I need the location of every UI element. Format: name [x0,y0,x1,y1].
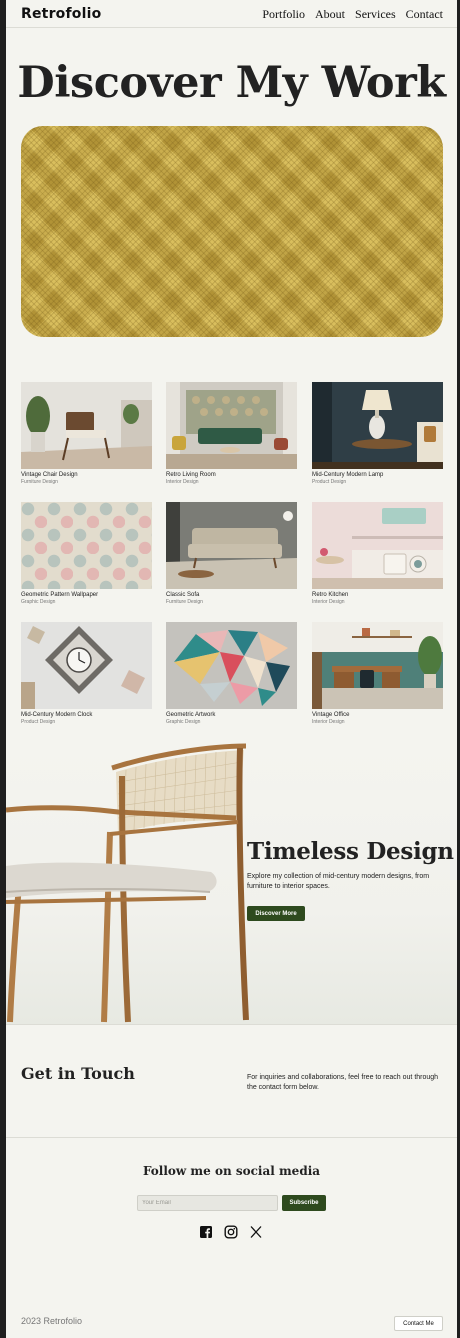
divider [6,1137,457,1138]
feature-title: Timeless Design [247,838,454,865]
email-input[interactable] [137,1195,278,1211]
contact-me-button[interactable]: Contact Me [394,1316,443,1331]
nav-link-about[interactable]: About [315,7,345,22]
footer-copyright: 2023 Retrofolio [21,1316,83,1326]
project-category: Furniture Design [21,479,58,485]
chair-photo [21,382,152,469]
sofa-photo [166,502,297,589]
living-room-photo [166,382,297,469]
project-card[interactable]: Retro Kitchen Interior Design [312,502,443,605]
project-category: Product Design [312,479,347,485]
discover-more-button[interactable]: Discover More [247,906,305,921]
nav-link-contact[interactable]: Contact [406,7,443,22]
office-photo [312,622,443,709]
project-title: Mid-Century Modern Lamp [312,472,384,478]
project-card[interactable]: Mid-Century Modern Lamp Product Design [312,382,443,485]
social-title: Follow me on social media [142,1164,321,1178]
clock-photo [21,622,152,709]
facebook-icon[interactable] [199,1225,213,1239]
project-card[interactable]: Classic Sofa Furniture Design [166,502,297,605]
project-card[interactable]: Geometric Artwork Graphic Design [166,622,297,725]
artwork-photo [166,622,297,709]
hero-title: Discover My Work [17,58,446,108]
kitchen-photo [312,502,443,589]
project-category: Graphic Design [21,599,56,605]
divider [6,1024,457,1025]
project-category: Furniture Design [166,599,203,605]
project-category: Interior Design [312,719,345,725]
project-title: Retro Living Room [166,472,216,478]
project-card[interactable]: Vintage Chair Design Furniture Design [21,382,152,485]
hero-pattern-image [21,126,443,337]
x-icon[interactable] [249,1225,263,1239]
project-title: Mid-Century Modern Clock [21,712,93,718]
project-category: Interior Design [312,599,345,605]
project-card[interactable]: Geometric Pattern Wallpaper Graphic Desi… [21,502,152,605]
feature-description: Explore my collection of mid-century mod… [247,873,430,890]
project-title: Vintage Office [312,712,350,718]
site-header: Retrofolio Portfolio About Services Cont… [6,0,457,28]
instagram-icon[interactable] [224,1225,238,1239]
page: Retrofolio Portfolio About Services Cont… [6,0,457,1338]
project-card[interactable]: Mid-Century Modern Clock Product Design [21,622,152,725]
contact-description: For inquiries and collaborations, feel f… [247,1074,439,1091]
nav-link-services[interactable]: Services [355,7,396,22]
project-card[interactable]: Retro Living Room Interior Design [166,382,297,485]
project-category: Graphic Design [166,719,201,725]
social-icons [199,1225,263,1239]
project-title: Geometric Pattern Wallpaper [21,592,99,598]
project-title: Geometric Artwork [166,712,216,718]
site-logo[interactable]: Retrofolio [21,6,101,22]
project-category: Product Design [21,719,56,725]
nav-link-portfolio[interactable]: Portfolio [262,7,305,22]
project-category: Interior Design [166,479,199,485]
project-card[interactable]: Vintage Office Interior Design [312,622,443,725]
lamp-photo [312,382,443,469]
project-title: Retro Kitchen [312,592,349,598]
contact-title: Get in Touch [21,1064,135,1083]
main-nav: Portfolio About Services Contact [262,7,443,22]
project-title: Vintage Chair Design [21,472,78,478]
wallpaper-photo [21,502,152,589]
project-title: Classic Sofa [166,592,200,598]
subscribe-button[interactable]: Subscribe [282,1195,326,1211]
chair-feature-image [6,743,249,1023]
